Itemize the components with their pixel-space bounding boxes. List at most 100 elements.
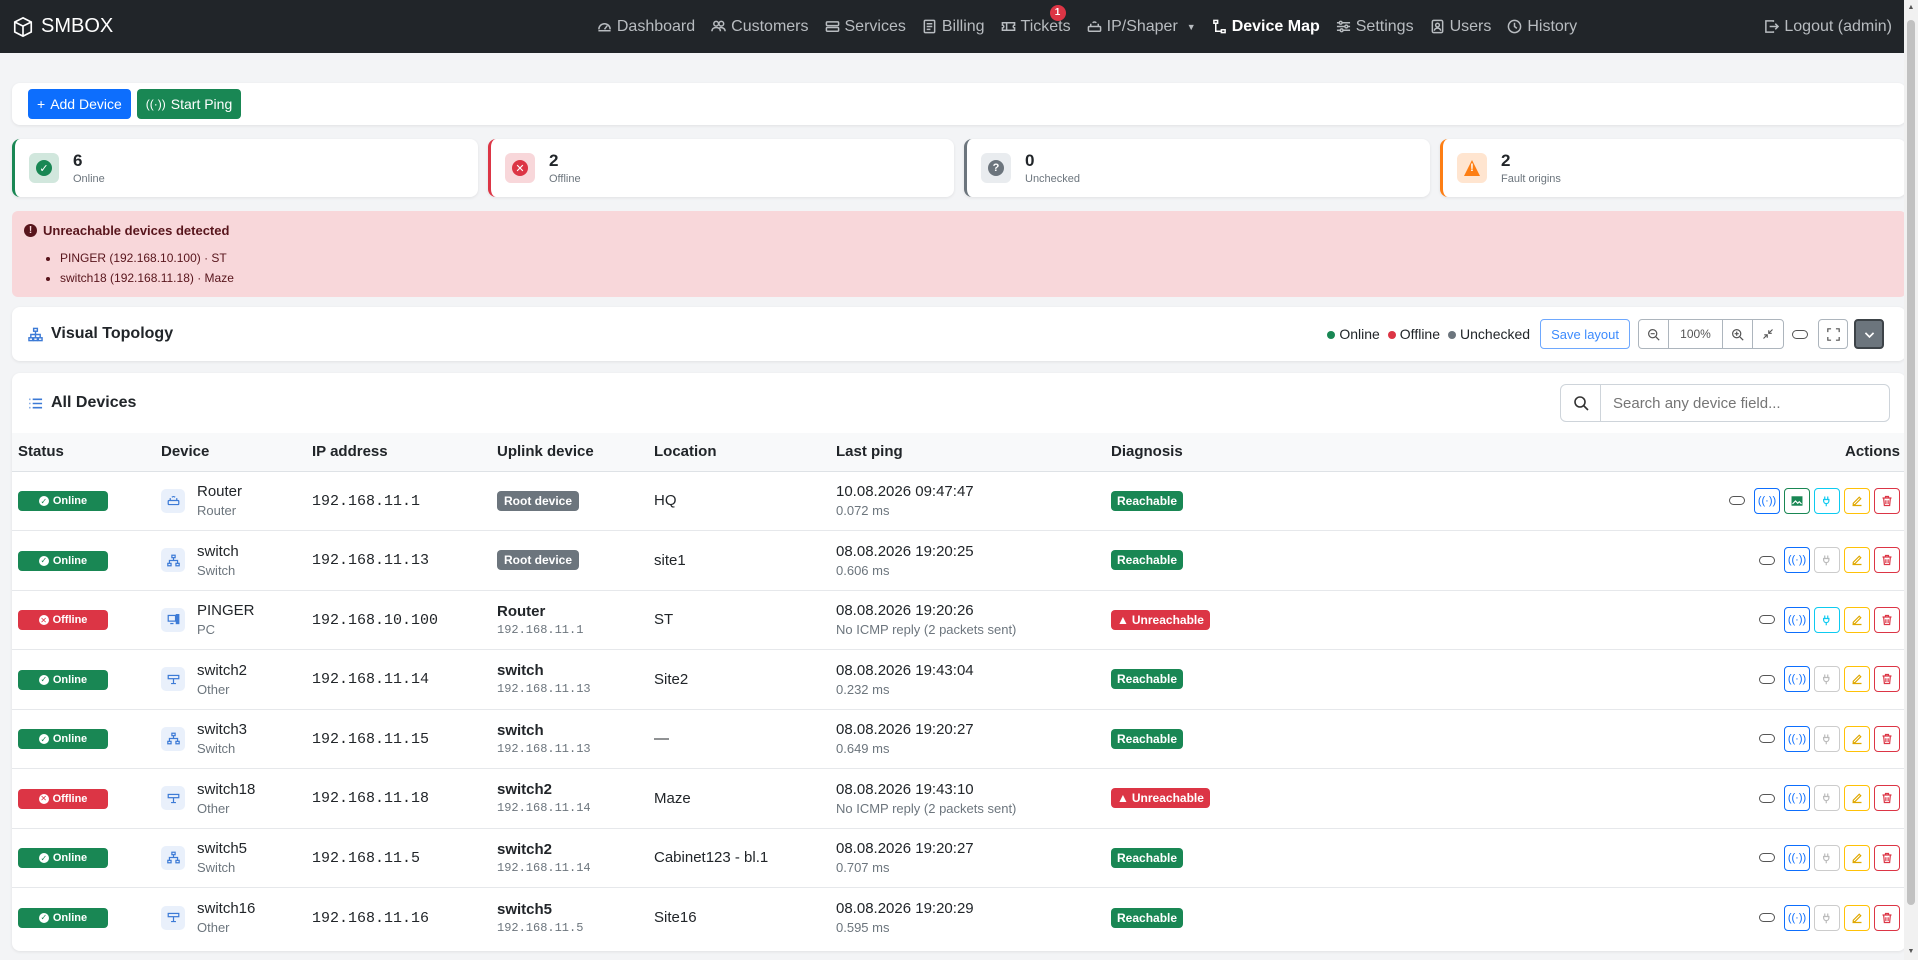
plus-icon: + xyxy=(37,96,46,112)
ping-button[interactable]: ((·)) xyxy=(1784,666,1810,693)
search-button[interactable] xyxy=(1561,385,1601,421)
delete-button[interactable] xyxy=(1874,606,1900,633)
fullscreen-icon xyxy=(1826,327,1840,341)
topology-title[interactable]: Visual Topology xyxy=(28,325,1327,343)
device-name[interactable]: switch xyxy=(197,543,239,560)
device-name[interactable]: switch18 xyxy=(197,781,255,798)
device-name[interactable]: PINGER xyxy=(197,602,255,619)
device-ip: 192.168.11.16 xyxy=(312,909,430,927)
ping-button[interactable]: ((·)) xyxy=(1784,844,1810,871)
edit-button[interactable] xyxy=(1844,725,1870,752)
toggle-pill-icon[interactable] xyxy=(1759,674,1775,684)
page-scrollbar[interactable]: ▲ ▼ xyxy=(1904,0,1918,960)
nav-users[interactable]: Users xyxy=(1422,18,1500,36)
delete-button[interactable] xyxy=(1874,547,1900,574)
ping-button[interactable]: ((·)) xyxy=(1784,725,1810,752)
connect-button[interactable] xyxy=(1814,785,1840,812)
zoom-level: 100% xyxy=(1669,320,1723,348)
device-name[interactable]: switch5 xyxy=(197,840,247,857)
device-name[interactable]: switch3 xyxy=(197,721,247,738)
search-input[interactable] xyxy=(1601,385,1889,421)
connect-button[interactable] xyxy=(1814,606,1840,633)
fullscreen-button[interactable] xyxy=(1818,319,1848,349)
nav-history[interactable]: History xyxy=(1499,18,1585,36)
logout-link[interactable]: Logout (admin) xyxy=(1722,18,1892,36)
ping-button[interactable]: ((·)) xyxy=(1784,904,1810,931)
toggle-pill-icon[interactable] xyxy=(1759,853,1775,863)
device-name[interactable]: switch2 xyxy=(197,662,247,679)
device-name[interactable]: Router xyxy=(197,483,242,500)
delete-button[interactable] xyxy=(1874,666,1900,693)
nav-customers[interactable]: Customers xyxy=(703,18,816,36)
plug-icon xyxy=(1823,615,1830,625)
edit-button[interactable] xyxy=(1844,666,1870,693)
uplink-name: Router xyxy=(497,602,546,620)
zoom-out-button[interactable] xyxy=(1639,320,1669,348)
x-circle-icon: ✕ xyxy=(505,153,535,183)
trash-icon xyxy=(1882,793,1892,804)
fit-button[interactable] xyxy=(1753,320,1783,348)
zoom-in-button[interactable] xyxy=(1723,320,1753,348)
trash-icon xyxy=(1882,614,1892,625)
connect-button[interactable] xyxy=(1814,487,1840,514)
nav-ip-shaper[interactable]: IP/Shaper ▼ xyxy=(1079,18,1204,36)
table-row: ✕ Offline PINGER PC 192.168.10.100 Router 1… xyxy=(12,590,1906,650)
delete-button[interactable] xyxy=(1874,844,1900,871)
ping-button[interactable]: ((·)) xyxy=(1784,547,1810,574)
switch-icon xyxy=(161,548,185,573)
add-device-button[interactable]: + Add Device xyxy=(28,89,131,119)
connect-button[interactable] xyxy=(1814,666,1840,693)
device-name[interactable]: switch16 xyxy=(197,900,255,917)
nav-dashboard[interactable]: Dashboard xyxy=(589,18,703,36)
toggle-pill-icon[interactable] xyxy=(1759,734,1775,744)
toggle-pill-icon[interactable] xyxy=(1759,913,1775,922)
edit-button[interactable] xyxy=(1844,844,1870,871)
ping-button[interactable]: ((·)) xyxy=(1784,785,1810,812)
scroll-down-arrow-icon[interactable]: ▼ xyxy=(1907,948,1915,956)
diagnosis-badge: Reachable xyxy=(1111,847,1184,868)
collapse-arrows-icon xyxy=(1763,329,1773,339)
search-icon xyxy=(1573,396,1589,411)
toggle-pill-icon[interactable] xyxy=(1729,496,1745,506)
connect-button[interactable] xyxy=(1814,844,1840,871)
scroll-up-arrow-icon[interactable]: ▲ xyxy=(1907,4,1915,12)
row-actions: ((·)) xyxy=(1311,785,1900,812)
edit-button[interactable] xyxy=(1844,547,1870,574)
toggle-pill-icon[interactable] xyxy=(1759,615,1775,625)
brand[interactable]: SMBOX xyxy=(12,15,452,38)
x-circle-icon: ✕ xyxy=(38,793,49,804)
edit-button[interactable] xyxy=(1844,606,1870,633)
check-circle-icon: ✓ xyxy=(38,734,49,744)
nav-services[interactable]: Services xyxy=(817,18,914,36)
row-actions: ((·)) xyxy=(1311,606,1900,633)
stat-offline: ✕ 2 Offline xyxy=(488,139,954,197)
connect-button[interactable] xyxy=(1814,725,1840,752)
toggle-pill-icon[interactable] xyxy=(1759,793,1775,803)
edit-button[interactable] xyxy=(1844,785,1870,812)
delete-button[interactable] xyxy=(1874,725,1900,752)
web-ui-button[interactable] xyxy=(1784,487,1810,514)
edit-button[interactable] xyxy=(1844,487,1870,514)
connect-button[interactable] xyxy=(1814,547,1840,574)
nav-tickets[interactable]: Tickets 1 xyxy=(993,4,1079,36)
row-actions: ((·)) xyxy=(1311,547,1900,574)
toggle-pill-icon[interactable] xyxy=(1759,555,1775,565)
delete-button[interactable] xyxy=(1874,785,1900,812)
broadcast-icon: ((·)) xyxy=(1787,911,1807,924)
delete-button[interactable] xyxy=(1874,904,1900,931)
ping-button[interactable]: ((·)) xyxy=(1784,606,1810,633)
edit-button[interactable] xyxy=(1844,904,1870,931)
nav-settings[interactable]: Settings xyxy=(1328,18,1422,36)
nav-billing[interactable]: Billing xyxy=(914,18,993,36)
ping-button[interactable]: ((·)) xyxy=(1754,487,1780,514)
start-ping-button[interactable]: ((·)) Start Ping xyxy=(136,89,242,119)
save-layout-button[interactable]: Save layout xyxy=(1540,319,1630,349)
delete-button[interactable] xyxy=(1874,487,1900,514)
collapse-topology-button[interactable] xyxy=(1854,319,1884,349)
broadcast-icon: ((·)) xyxy=(1787,554,1807,567)
nav-device-map[interactable]: Device Map xyxy=(1204,18,1328,36)
scroll-thumb[interactable] xyxy=(1907,20,1915,905)
connect-button[interactable] xyxy=(1814,904,1840,931)
toggle-pill-icon[interactable] xyxy=(1792,329,1808,339)
device-location: Cabinet123 - bl.1 xyxy=(654,849,769,867)
